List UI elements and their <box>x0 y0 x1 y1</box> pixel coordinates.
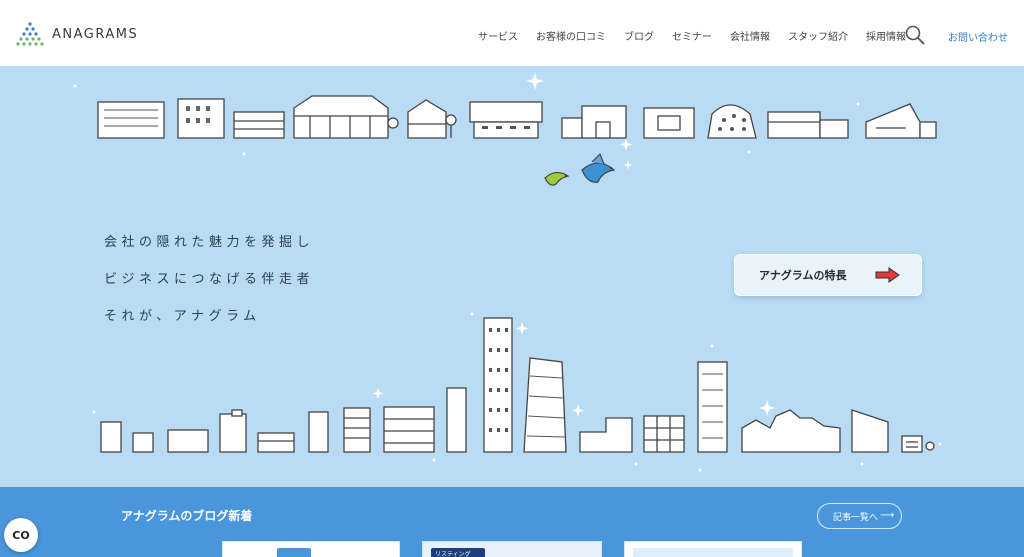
main-nav: サービス お客様の口コミ ブログ セミナー 会社情報 スタッフ紹介 採用情報 <box>478 28 924 43</box>
nav-item-blog[interactable]: ブログ <box>624 28 654 43</box>
blog-more-label: 記事一覧へ <box>833 512 879 523</box>
nav-item-company[interactable]: 会社情報 <box>730 28 770 43</box>
skyline-building-7 <box>343 407 371 453</box>
blog-card-thumb <box>277 548 311 557</box>
features-button[interactable]: アナグラムの特長 <box>734 254 922 296</box>
skyline-building-2 <box>132 432 154 453</box>
top-building-10 <box>767 111 849 139</box>
nav-item-services[interactable]: サービス <box>478 28 518 43</box>
skyline-building-15 <box>741 409 841 453</box>
blog-card[interactable] <box>624 541 802 557</box>
bird-blue-icon <box>581 153 616 183</box>
skyline-building-11 <box>523 357 567 453</box>
skyline-building-3 <box>167 429 209 453</box>
tagline-line-1: 会社の隠れた魅力を発掘し <box>104 235 315 250</box>
skyline-building-5 <box>257 432 295 453</box>
skyline-building-14 <box>697 361 728 453</box>
blog-card-thumb: リスティング <box>431 548 485 557</box>
blog-card-thumb <box>633 548 793 557</box>
logo[interactable]: ANAGRAMS <box>16 22 138 46</box>
top-building-6 <box>469 101 543 139</box>
nav-item-recruit[interactable]: 採用情報 <box>866 28 906 43</box>
blog-section-title: アナグラムのブログ新着 <box>121 509 253 523</box>
nav-item-staff[interactable]: スタッフ紹介 <box>788 28 848 43</box>
arrow-right-icon <box>875 267 900 283</box>
site-header: ANAGRAMS サービス お客様の口コミ ブログ セミナー 会社情報 スタッフ… <box>0 0 1024 66</box>
skyline-building-4 <box>219 409 247 453</box>
tagline-line-2: ビジネスにつなげる伴走者 <box>104 272 315 287</box>
skyline-building-8 <box>383 406 435 453</box>
skyline-building-16 <box>851 409 889 453</box>
blog-card[interactable]: リスティング <box>422 541 602 557</box>
search-icon[interactable] <box>905 25 925 45</box>
blog-card[interactable] <box>222 541 400 557</box>
cookie-consent-button[interactable]: CO <box>4 518 38 552</box>
skyline-building-9 <box>446 387 467 453</box>
blog-more-button[interactable]: 記事一覧へ ⟶ <box>817 503 902 529</box>
top-building-11 <box>865 103 937 139</box>
contact-link[interactable]: お問い合わせ <box>948 29 1008 44</box>
skyline-building-17 <box>901 435 923 453</box>
top-building-3 <box>233 111 285 139</box>
arrow-right-icon: ⟶ <box>880 510 895 521</box>
skyline-building-12 <box>579 417 633 453</box>
bird-green-icon <box>544 171 570 186</box>
skyline-building-1 <box>100 421 122 453</box>
features-button-label: アナグラムの特長 <box>759 269 847 282</box>
skyline-building-13 <box>643 415 685 453</box>
top-building-2 <box>177 98 225 139</box>
skyline-building-6 <box>308 411 329 453</box>
hero-section: 会社の隠れた魅力を発掘し ビジネスにつなげる伴走者 それが、アナグラム アナグラ… <box>0 66 1024 487</box>
skyline-building-10 <box>483 317 513 453</box>
logo-mark-icon <box>16 22 44 46</box>
top-building-7 <box>561 105 627 139</box>
top-building-8 <box>643 107 695 139</box>
top-building-4 <box>293 95 389 139</box>
top-building-1 <box>97 101 165 139</box>
nav-item-seminar[interactable]: セミナー <box>672 28 712 43</box>
top-building-9 <box>707 104 757 139</box>
tagline-line-3: それが、アナグラム <box>104 309 261 324</box>
top-building-5 <box>407 99 447 139</box>
blog-section: アナグラムのブログ新着 記事一覧へ ⟶ リスティング <box>0 487 1024 557</box>
nav-item-reviews[interactable]: お客様の口コミ <box>536 28 606 43</box>
logo-text: ANAGRAMS <box>52 26 139 42</box>
